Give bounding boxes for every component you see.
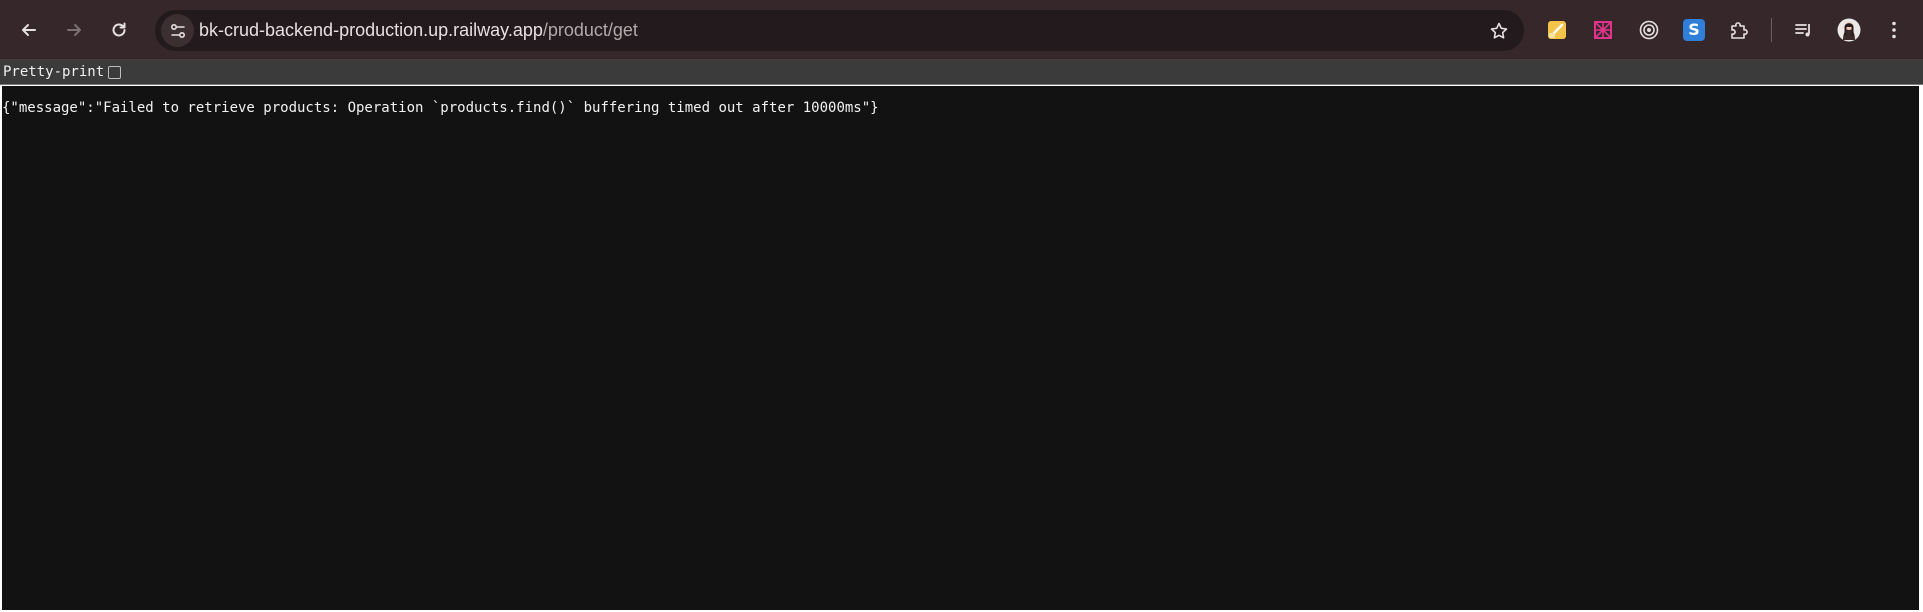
profile-button[interactable]	[1836, 17, 1862, 43]
json-viewer: {"message":"Failed to retrieve products:…	[2, 86, 1919, 610]
url-path: /product/get	[542, 20, 638, 40]
reload-button[interactable]	[101, 12, 137, 48]
browser-toolbar: bk-crud-backend-production.up.railway.ap…	[0, 0, 1923, 60]
address-bar[interactable]: bk-crud-backend-production.up.railway.ap…	[155, 10, 1524, 51]
target-extension-icon	[1639, 20, 1659, 40]
back-button[interactable]	[11, 12, 47, 48]
s-extension-icon: S	[1683, 19, 1705, 41]
back-icon	[22, 24, 36, 36]
url-text[interactable]: bk-crud-backend-production.up.railway.ap…	[199, 10, 638, 51]
puzzle-extensions-icon	[1731, 22, 1748, 39]
s-extension-button[interactable]: S	[1681, 17, 1707, 43]
pretty-print-bar: Pretty-print	[0, 60, 1923, 85]
bookmark-button[interactable]	[1488, 20, 1510, 42]
forward-icon	[67, 24, 81, 36]
tune-icon	[170, 23, 185, 38]
kebab-menu-icon	[1892, 21, 1896, 39]
url-host: bk-crud-backend-production.up.railway.ap…	[199, 20, 543, 40]
crossed-grid-extension-button[interactable]	[1590, 17, 1616, 43]
forward-button[interactable]	[56, 12, 92, 48]
crossed-grid-extension-icon	[1594, 21, 1612, 39]
toolbar-divider	[1771, 18, 1772, 42]
note-extension-icon	[1548, 21, 1566, 39]
pretty-print-checkbox[interactable]	[108, 65, 122, 79]
star-icon	[1490, 22, 1508, 39]
site-info-button[interactable]	[161, 14, 194, 47]
profile-avatar	[1837, 18, 1861, 42]
target-extension-button[interactable]	[1636, 17, 1662, 43]
s-extension-letter: S	[1688, 20, 1700, 39]
note-extension-button[interactable]	[1544, 17, 1570, 43]
browser-menu-button[interactable]	[1881, 17, 1907, 43]
extensions-button[interactable]	[1726, 17, 1752, 43]
reload-icon	[112, 22, 126, 37]
media-controls-button[interactable]	[1791, 17, 1817, 43]
media-playlist-icon	[1795, 24, 1810, 37]
pretty-print-label: Pretty-print	[3, 64, 105, 80]
json-response-body: {"message":"Failed to retrieve products:…	[2, 100, 879, 116]
